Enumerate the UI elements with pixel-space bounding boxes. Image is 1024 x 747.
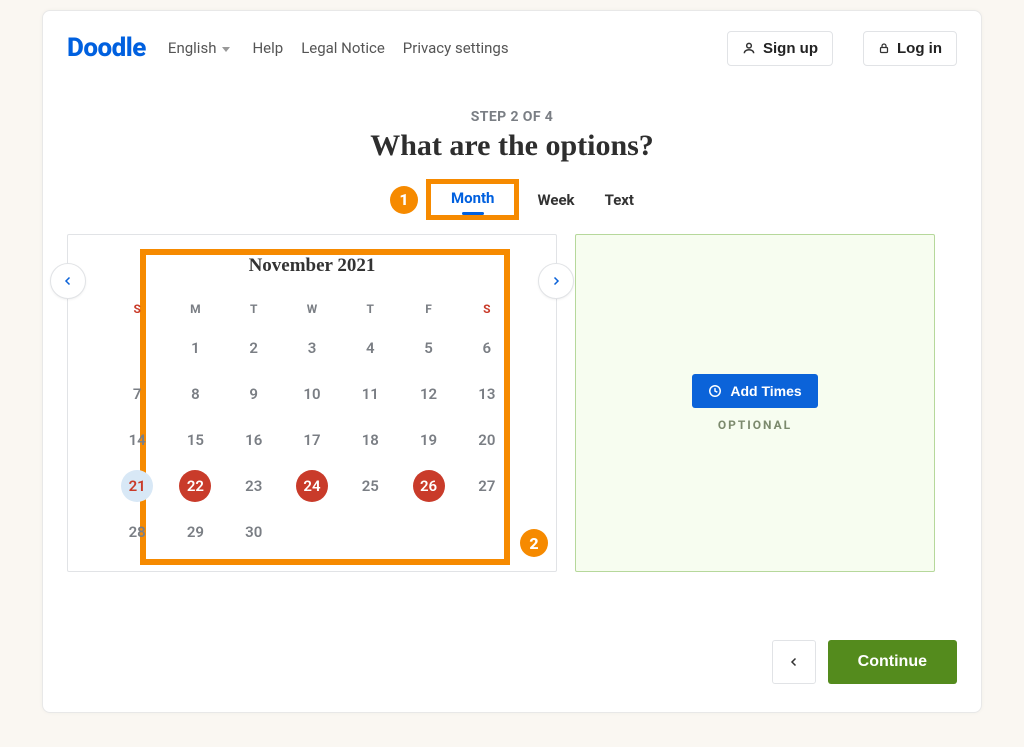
calendar-day[interactable]: 17 <box>283 422 341 458</box>
annotation-1: 1 <box>390 186 418 214</box>
tab-week[interactable]: Week <box>537 191 574 209</box>
calendar-day[interactable]: 6 <box>458 330 516 366</box>
calendar-day <box>341 514 399 550</box>
chevron-left-icon <box>788 655 800 669</box>
prev-month-button[interactable] <box>50 263 86 299</box>
times-panel: Add Times OPTIONAL <box>575 234 935 572</box>
user-icon <box>742 41 756 55</box>
calendar-day[interactable]: 16 <box>225 422 283 458</box>
page-title: What are the options? <box>67 129 957 163</box>
signup-button[interactable]: Sign up <box>727 31 833 66</box>
calendar-day[interactable]: 12 <box>399 376 457 412</box>
calendar-day[interactable]: 18 <box>341 422 399 458</box>
language-label: English <box>168 39 217 57</box>
calendar-day[interactable]: 10 <box>283 376 341 412</box>
help-link[interactable]: Help <box>252 39 283 57</box>
calendar-day[interactable]: 5 <box>399 330 457 366</box>
dow-header: T <box>341 301 399 320</box>
chevron-right-icon <box>550 275 562 287</box>
legal-link[interactable]: Legal Notice <box>301 39 385 57</box>
calendar-day[interactable]: 20 <box>458 422 516 458</box>
calendar-day[interactable]: 29 <box>166 514 224 550</box>
calendar-panel: 2 November 2021 SMTWTFS 1234567891011121… <box>67 234 557 572</box>
calendar-day[interactable]: 28 <box>108 514 166 550</box>
calendar-day[interactable]: 19 <box>399 422 457 458</box>
calendar-day[interactable]: 27 <box>458 468 516 504</box>
chevron-down-icon <box>222 47 230 52</box>
calendar-day[interactable]: 2 <box>225 330 283 366</box>
calendar-day[interactable]: 23 <box>225 468 283 504</box>
next-month-button[interactable] <box>538 263 574 299</box>
optional-label: OPTIONAL <box>718 418 792 432</box>
signup-label: Sign up <box>763 40 818 57</box>
calendar-day[interactable]: 3 <box>283 330 341 366</box>
calendar-grid: SMTWTFS 12345678910111213141516171819202… <box>108 291 516 560</box>
calendar-day[interactable]: 9 <box>225 376 283 412</box>
tab-month[interactable]: Month <box>445 189 500 207</box>
calendar-day <box>283 514 341 550</box>
dow-header: F <box>399 301 457 320</box>
calendar-month-title: November 2021 <box>108 255 516 277</box>
brand-logo[interactable]: Doodle <box>67 33 146 63</box>
header-links: Help Legal Notice Privacy settings <box>252 39 508 57</box>
dow-header: S <box>458 301 516 320</box>
calendar-day[interactable]: 21 <box>108 468 166 504</box>
calendar-day <box>108 330 166 366</box>
calendar-day[interactable]: 25 <box>341 468 399 504</box>
add-times-button[interactable]: Add Times <box>692 374 817 408</box>
dow-header: S <box>108 301 166 320</box>
add-times-label: Add Times <box>730 383 801 399</box>
calendar-day[interactable]: 1 <box>166 330 224 366</box>
lock-icon <box>878 41 890 55</box>
calendar-day <box>458 514 516 550</box>
calendar-day[interactable]: 30 <box>225 514 283 550</box>
annotation-box-month: Month <box>426 179 519 220</box>
calendar-day <box>399 514 457 550</box>
calendar-day[interactable]: 4 <box>341 330 399 366</box>
continue-button[interactable]: Continue <box>828 640 957 684</box>
calendar-day[interactable]: 8 <box>166 376 224 412</box>
calendar-day[interactable]: 22 <box>166 468 224 504</box>
chevron-left-icon <box>62 275 74 287</box>
calendar-day[interactable]: 15 <box>166 422 224 458</box>
back-button[interactable] <box>772 640 816 684</box>
calendar-day[interactable]: 13 <box>458 376 516 412</box>
calendar-day[interactable]: 24 <box>283 468 341 504</box>
login-button[interactable]: Log in <box>863 31 957 66</box>
tab-text[interactable]: Text <box>605 191 634 209</box>
calendar-day[interactable]: 11 <box>341 376 399 412</box>
calendar-day[interactable]: 7 <box>108 376 166 412</box>
login-label: Log in <box>897 40 942 57</box>
dow-header: W <box>283 301 341 320</box>
step-indicator: STEP 2 OF 4 <box>67 109 957 125</box>
dow-header: M <box>166 301 224 320</box>
language-selector[interactable]: English <box>168 39 231 57</box>
calendar-day[interactable]: 14 <box>108 422 166 458</box>
dow-header: T <box>225 301 283 320</box>
clock-icon <box>708 384 722 398</box>
calendar-day[interactable]: 26 <box>399 468 457 504</box>
privacy-link[interactable]: Privacy settings <box>403 39 509 57</box>
